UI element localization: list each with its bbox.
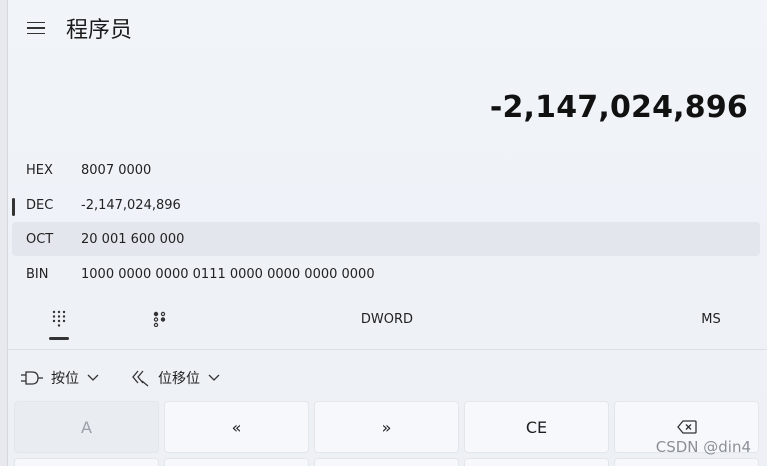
radix-value: 8007 0000 [81,162,152,178]
chevron-down-icon [87,374,99,382]
selected-indicator [12,198,15,216]
keypad-key[interactable] [14,458,159,466]
keypad-key[interactable] [164,458,309,466]
window-edge [0,0,8,466]
result-display: -2,147,024,896 [489,90,748,125]
bitshift-dropdown[interactable]: 位移位 [130,364,220,392]
mode-bar: DWORD MS [7,300,767,342]
bit-toggle-keypad-icon[interactable] [148,300,172,338]
radix-label: DEC [26,197,54,213]
page-title: 程序员 [66,18,133,43]
radix-row-bin[interactable]: BIN 1000 0000 0000 0111 0000 0000 0000 0… [12,257,760,291]
bitwise-label: 按位 [51,371,79,387]
right-shift-button[interactable]: » [314,401,459,453]
radix-value: 20 001 600 000 [81,231,185,247]
menu-icon[interactable] [27,16,51,40]
full-keypad-icon[interactable] [47,300,71,338]
watermark: CSDN @din4 [655,438,751,456]
bitshift-label: 位移位 [158,371,200,387]
logic-gate-icon [21,370,43,386]
chevron-down-icon [208,374,220,382]
keypad-key[interactable] [314,458,459,466]
keypad-key[interactable] [464,458,609,466]
clear-entry-button[interactable]: CE [464,401,609,453]
radix-label: OCT [26,231,54,247]
radix-row-dec[interactable]: DEC -2,147,024,896 [12,188,760,222]
backspace-icon [676,420,697,434]
active-mode-indicator [49,337,69,340]
calculator-window: 程序员 -2,147,024,896 HEX 8007 0000 DEC -2,… [0,0,767,466]
radix-value: -2,147,024,896 [81,197,181,213]
radix-row-oct[interactable]: OCT 20 001 600 000 [12,222,760,256]
key-a-button[interactable]: A [14,401,159,453]
radix-row-hex[interactable]: HEX 8007 0000 [12,153,760,187]
radix-label: HEX [26,162,53,178]
header: 程序员 [7,0,767,56]
divider [7,349,767,350]
keypad-key[interactable] [614,458,759,466]
word-size-button[interactable]: DWORD [347,300,427,338]
radix-value: 1000 0000 0000 0111 0000 0000 0000 0000 [81,266,375,282]
radix-label: BIN [26,266,49,282]
bitwise-dropdown[interactable]: 按位 [21,364,99,392]
bitshift-icon [130,369,150,387]
left-shift-button[interactable]: « [164,401,309,453]
memory-store-button[interactable]: MS [687,300,735,338]
